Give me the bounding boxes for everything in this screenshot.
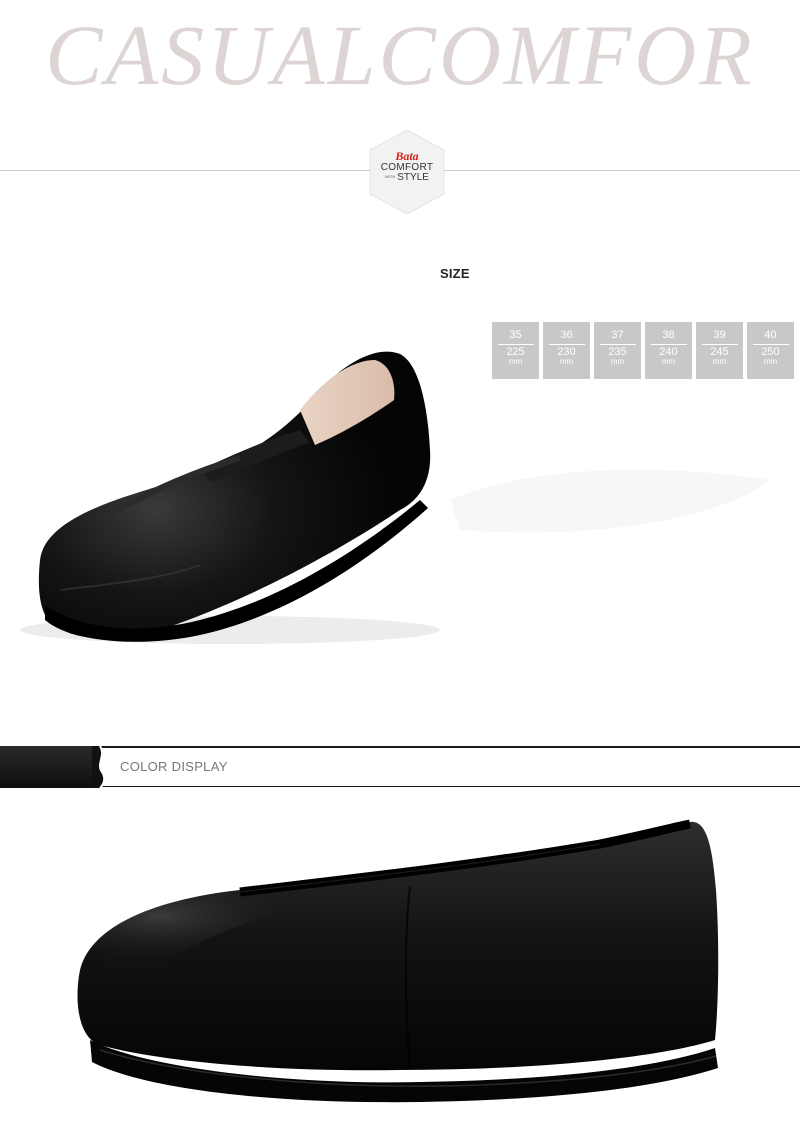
shoe-side-view-image (20, 351, 440, 644)
size-cell: 38 240 mm (645, 322, 692, 379)
size-cell: 37 235 mm (594, 322, 641, 379)
banner-wave-icon (92, 746, 106, 788)
brand-logo: Bata COMFORT WITH STYLE (367, 128, 447, 216)
size-cell: 36 230 mm (543, 322, 590, 379)
size-unit: mm (661, 357, 676, 366)
banner-dark-block (0, 746, 100, 788)
logo-style-line: WITH STYLE (367, 173, 447, 183)
logo-with: WITH (385, 174, 396, 180)
hero-title: CASUALCOMFOR (45, 12, 755, 98)
size-unit: mm (712, 357, 727, 366)
size-divider (548, 344, 585, 345)
size-cell: 35 225 mm (492, 322, 539, 379)
banner-top-line (100, 746, 800, 748)
size-unit: mm (508, 357, 523, 366)
size-divider (650, 344, 687, 345)
size-eu: 39 (713, 329, 726, 341)
size-divider (701, 344, 738, 345)
size-unit: mm (763, 357, 778, 366)
size-divider (752, 344, 789, 345)
banner-bottom-line (100, 786, 800, 787)
shoe-reflection-image (450, 469, 770, 533)
size-eu: 35 (509, 329, 522, 341)
size-unit: mm (610, 357, 625, 366)
size-eu: 37 (611, 329, 624, 341)
size-divider (497, 344, 534, 345)
color-display-label: COLOR DISPLAY (120, 759, 228, 774)
size-cell: 39 245 mm (696, 322, 743, 379)
size-divider (599, 344, 636, 345)
shoe-profile-image (77, 819, 719, 1103)
size-unit: mm (559, 357, 574, 366)
color-display-banner: COLOR DISPLAY (0, 746, 800, 788)
size-eu: 38 (662, 329, 675, 341)
size-cell: 40 250 mm (747, 322, 794, 379)
logo-style: STYLE (397, 172, 429, 183)
size-chart: 35 225 mm 36 230 mm 37 235 mm 38 240 mm … (492, 322, 794, 379)
size-eu: 36 (560, 329, 573, 341)
logo-brand: Bata (395, 149, 419, 163)
size-heading: SIZE (440, 266, 470, 281)
size-eu: 40 (764, 329, 777, 341)
